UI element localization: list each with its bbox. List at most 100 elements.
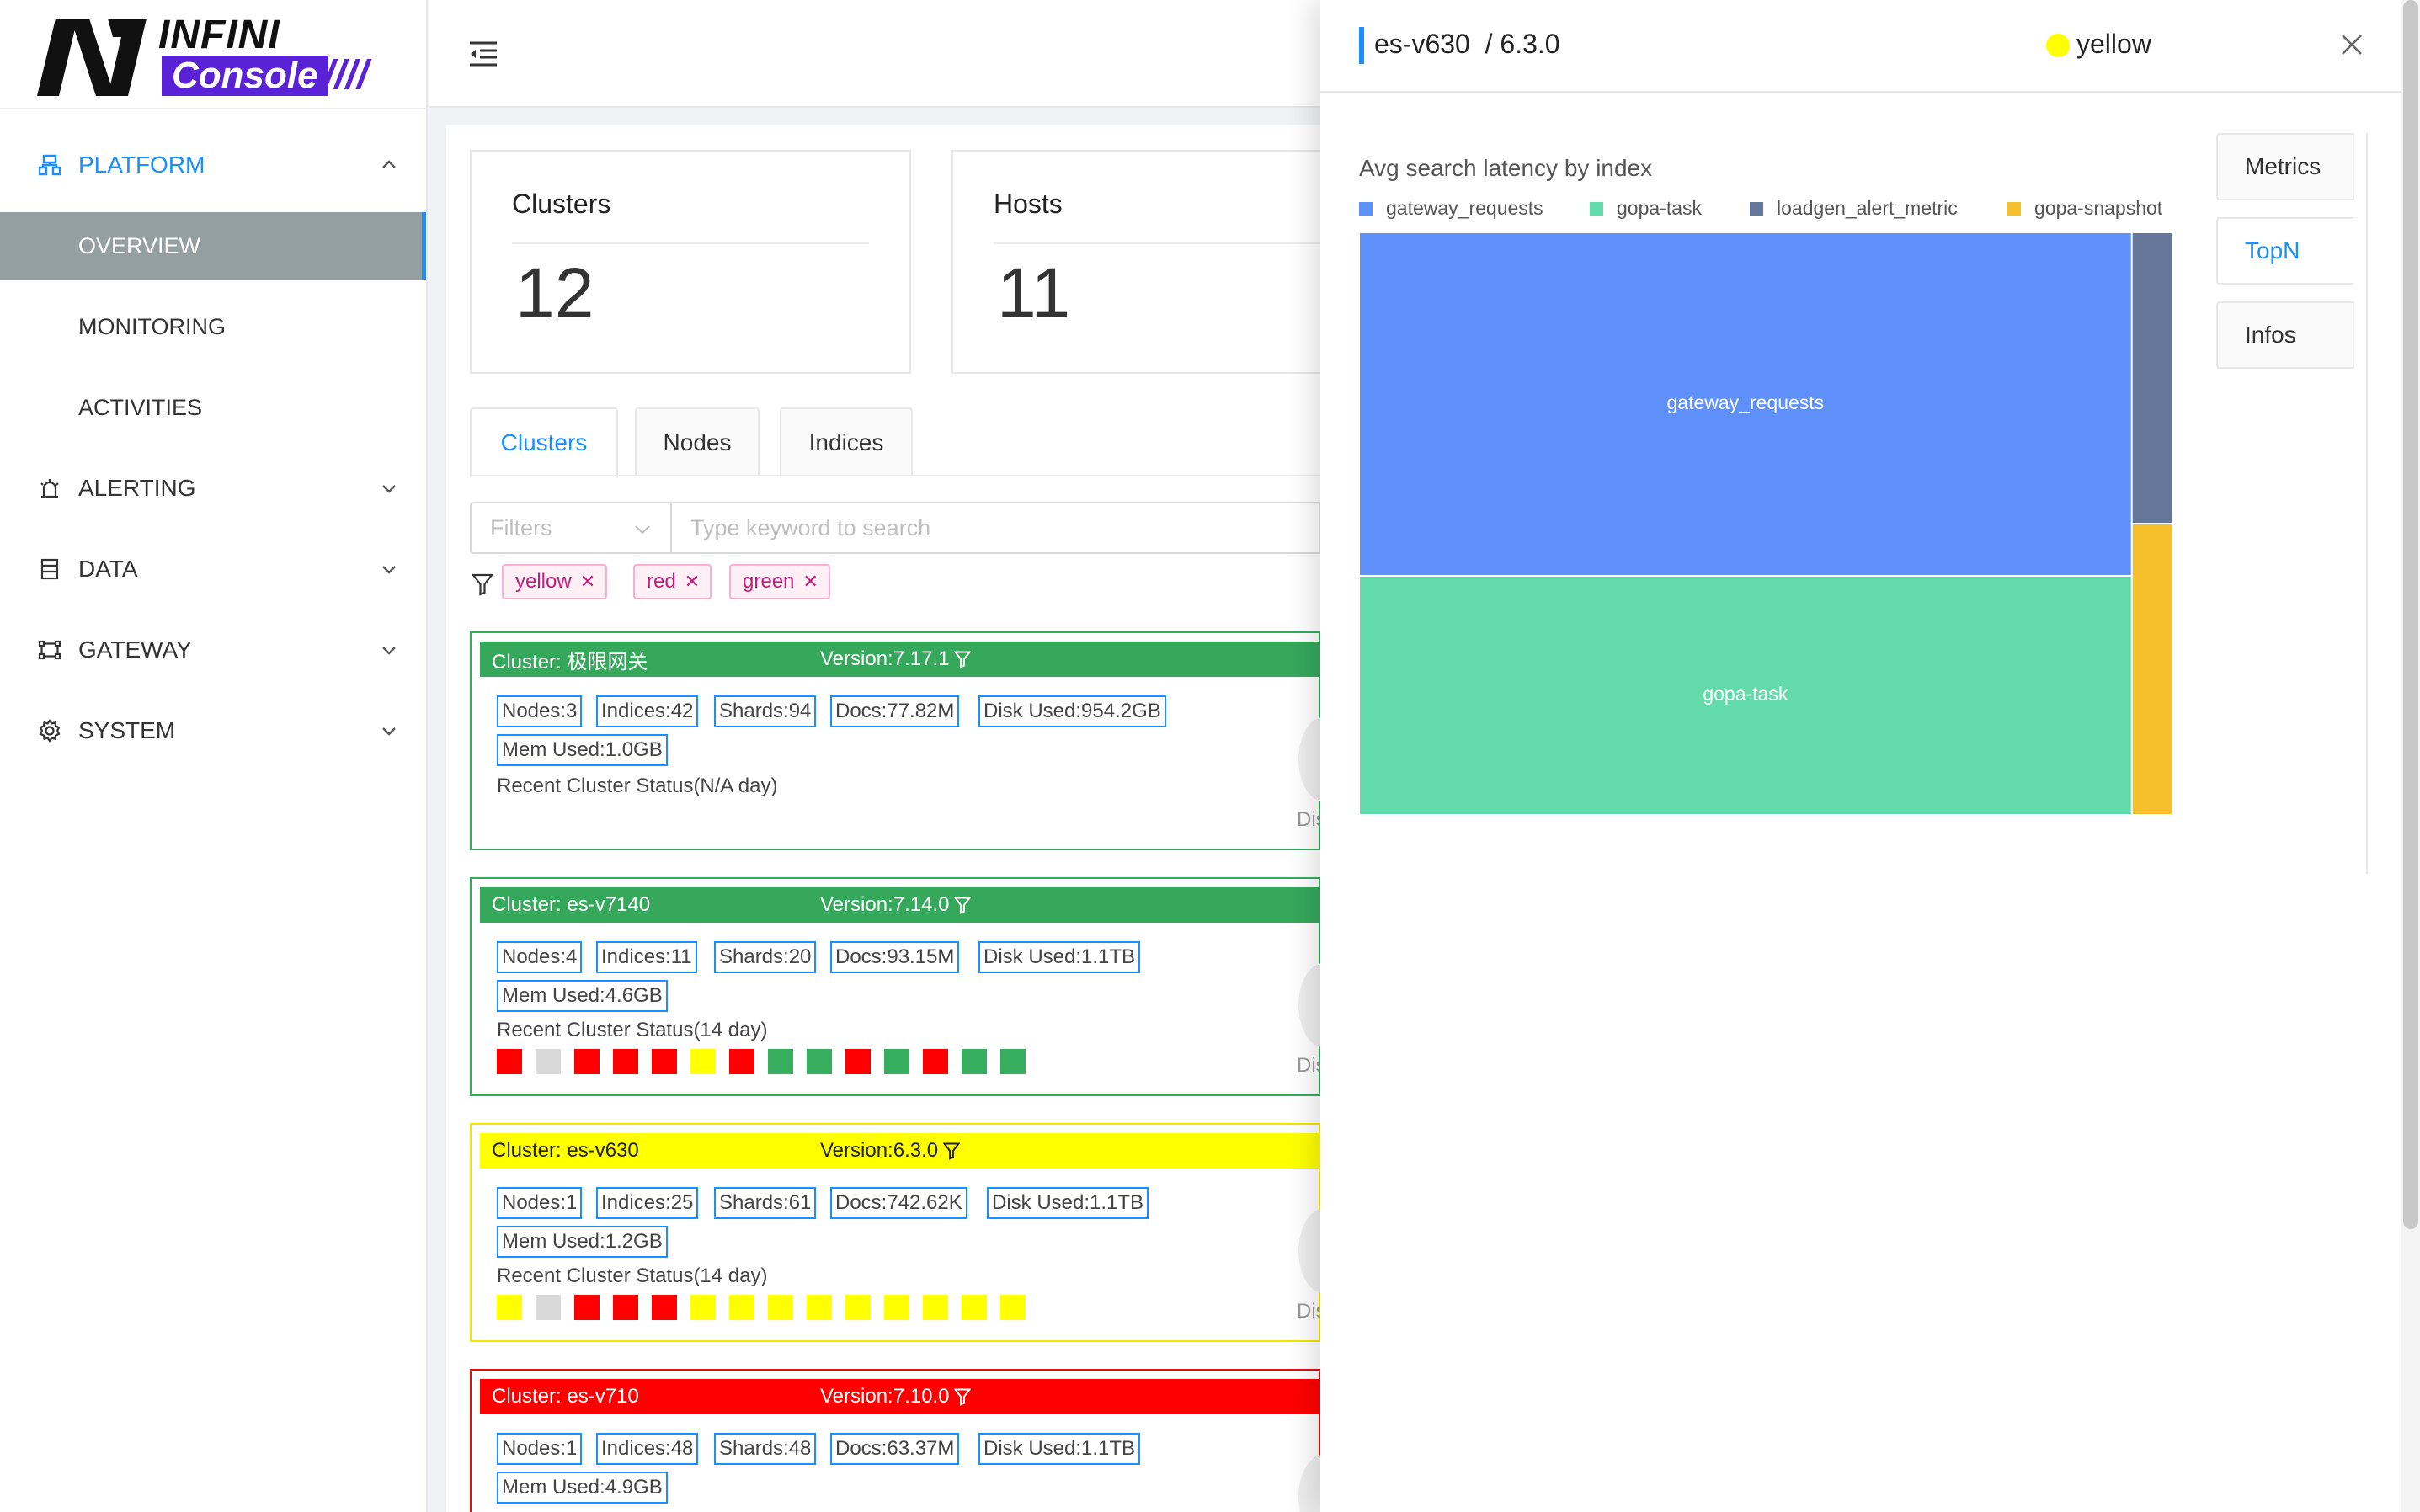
cluster-card[interactable]: Cluster: 极限网关 Version:7.17.1 Nodes:3 Ind… [470,631,1349,850]
cluster-card-header[interactable]: Cluster: es-v630 Version:6.3.0 [480,1133,1322,1169]
menu-gateway-label: GATEWAY [78,636,192,663]
drawer-header: es-v630 / 6.3.0 yellow [1320,0,2401,93]
status-day-square[interactable] [768,1049,793,1074]
drawer-scrollbar[interactable] [2401,0,2420,1512]
filter-funnel-icon[interactable] [954,650,972,668]
cluster-card[interactable]: Cluster: es-v7140 Version:7.14.0 Nodes:4… [470,877,1349,1096]
cluster-card-header[interactable]: Cluster: 极限网关 Version:7.17.1 [480,642,1322,677]
cluster-name: Cluster: 极限网关 [492,650,648,673]
side-tab-metrics[interactable]: Metrics [2216,133,2354,200]
close-icon[interactable] [2339,32,2364,57]
status-day-square[interactable] [652,1049,677,1074]
brand-logo[interactable]: INFINI Console //// [0,0,426,109]
search-input[interactable] [670,502,1320,554]
cluster-card[interactable]: Cluster: es-v630 Version:6.3.0 Nodes:1 I… [470,1123,1349,1342]
status-day-square[interactable] [536,1295,561,1320]
status-day-square[interactable] [807,1049,832,1074]
cluster-name: Cluster: es-v7140 [492,893,651,916]
divider [994,242,1351,244]
cluster-card-header[interactable]: Cluster: es-v710 Version:7.10.0 [480,1379,1322,1414]
status-day-square[interactable] [884,1049,909,1074]
menu-alerting[interactable]: ALERTING [0,455,428,522]
scrollbar-thumb[interactable] [2403,0,2418,1229]
status-day-square[interactable] [729,1295,754,1320]
badge-indices: Indices:11 [596,941,697,973]
title-accent-bar [1359,27,1364,64]
badge-mem: Mem Used:1.0GB [497,734,668,766]
legend-item[interactable]: gopa-task [1590,197,1702,220]
badge-nodes: Nodes:4 [497,941,583,973]
side-tab-infos[interactable]: Infos [2216,301,2354,369]
status-day-square[interactable] [923,1049,948,1074]
filter-tag-red[interactable]: red ✕ [633,564,712,599]
status-day-square[interactable] [807,1295,832,1320]
cluster-detail-drawer: es-v630 / 6.3.0 yellow Avg search latenc… [1320,0,2420,1512]
tab-nodes[interactable]: Nodes [635,407,760,476]
submenu-monitoring[interactable]: MONITORING [0,293,426,360]
menu-gateway[interactable]: GATEWAY [0,616,428,684]
legend-label: loadgen_alert_metric [1777,197,1958,219]
status-day-square[interactable] [497,1295,522,1320]
menu-fold-icon[interactable] [468,40,498,67]
cluster-name: Cluster: es-v630 [492,1139,639,1162]
menu-platform[interactable]: PLATFORM [0,131,428,199]
status-day-square[interactable] [729,1049,754,1074]
legend-item[interactable]: gateway_requests [1359,197,1543,220]
status-day-square[interactable] [536,1049,561,1074]
status-day-square[interactable] [768,1295,793,1320]
filter-funnel-icon[interactable] [943,1142,961,1160]
submenu-activities[interactable]: ACTIVITIES [0,374,426,441]
badge-disk: Disk Used:1.1TB [978,1433,1141,1465]
cluster-card[interactable]: Cluster: es-v710 Version:7.10.0 Nodes:1 … [470,1369,1349,1512]
stat-clusters-value: 12 [515,253,594,333]
status-day-square[interactable] [962,1049,987,1074]
badge-docs: Docs:742.62K [830,1187,967,1219]
legend-swatch [1590,201,1603,216]
status-day-square[interactable] [845,1049,871,1074]
status-day-square[interactable] [613,1295,638,1320]
status-day-square[interactable] [1000,1295,1026,1320]
close-icon[interactable]: ✕ [580,571,595,593]
filters-select[interactable]: Filters [470,502,672,554]
recent-status-label: Recent Cluster Status(N/A day) [497,775,778,797]
treemap-tile-loadgen_alert_metric[interactable] [2132,233,2172,523]
cluster-card-header[interactable]: Cluster: es-v7140 Version:7.14.0 [480,887,1322,923]
cluster-version-text: Version:7.17.1 [820,647,950,670]
badge-shards: Shards:20 [714,941,817,973]
database-icon [37,556,62,582]
legend-item[interactable]: gopa-snapshot [2007,197,2162,220]
menu-data[interactable]: DATA [0,535,428,603]
status-day-square[interactable] [845,1295,871,1320]
filter-funnel-icon[interactable] [954,896,972,914]
status-day-square[interactable] [690,1049,716,1074]
status-day-square[interactable] [613,1049,638,1074]
submenu-overview[interactable]: OVERVIEW [0,212,426,280]
legend-item[interactable]: loadgen_alert_metric [1750,197,1958,220]
menu-system[interactable]: SYSTEM [0,697,428,764]
tab-indices[interactable]: Indices [780,407,913,476]
filter-funnel-icon[interactable] [954,1387,972,1406]
badge-shards: Shards:61 [714,1187,817,1219]
status-day-square[interactable] [923,1295,948,1320]
status-day-square[interactable] [574,1295,600,1320]
filter-tag-yellow[interactable]: yellow ✕ [502,564,608,599]
status-day-square[interactable] [574,1049,600,1074]
status-day-square[interactable] [962,1295,987,1320]
side-tab-topn[interactable]: TopN [2216,217,2354,285]
filter-funnel-icon[interactable] [472,572,493,596]
treemap-tile-gopa-snapshot[interactable] [2132,524,2172,814]
overview-main: Clusters 12 Hosts 11 Clusters Nodes Indi… [446,125,1393,1512]
status-day-square[interactable] [652,1295,677,1320]
close-icon[interactable]: ✕ [685,571,700,593]
status-day-square[interactable] [690,1295,716,1320]
filter-tag-label: yellow [515,570,572,593]
tab-clusters[interactable]: Clusters [470,407,618,478]
status-day-square[interactable] [497,1049,522,1074]
filter-tag-green[interactable]: green ✕ [729,564,830,599]
close-icon[interactable]: ✕ [802,571,818,593]
stat-card-clusters[interactable]: Clusters 12 [470,150,911,374]
badge-mem: Mem Used:1.2GB [497,1226,668,1258]
chevron-down-icon [635,525,650,535]
status-day-square[interactable] [884,1295,909,1320]
status-day-square[interactable] [1000,1049,1026,1074]
